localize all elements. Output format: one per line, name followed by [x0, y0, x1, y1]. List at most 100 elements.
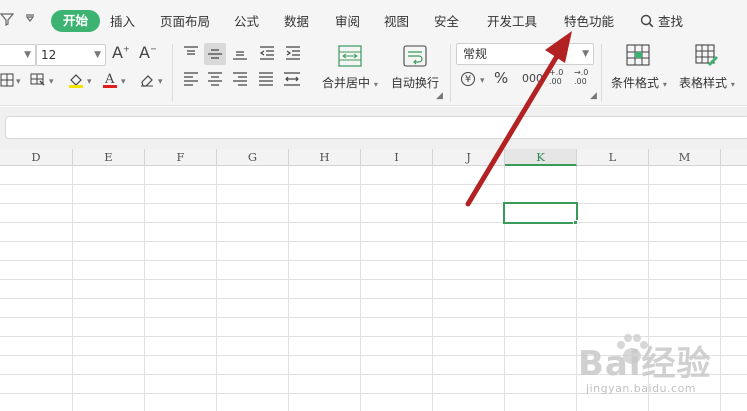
column-header-g[interactable]: G — [217, 149, 289, 166]
percent-format-button[interactable]: % — [494, 71, 508, 86]
formula-input[interactable] — [5, 116, 747, 139]
chevron-down-icon[interactable]: ▾ — [158, 78, 163, 87]
tab-data[interactable]: 数据 — [284, 11, 309, 30]
conditional-format-label: 条件格式 — [611, 76, 660, 90]
column-header-k[interactable]: K — [505, 149, 577, 166]
wrap-text-button[interactable]: 自动换行 — [391, 74, 439, 91]
merge-center-button[interactable]: 合并居中 ▾ — [322, 74, 378, 91]
align-right-icon[interactable] — [232, 72, 248, 89]
number-format-select[interactable]: 常规 ▼ — [456, 43, 594, 65]
chevron-down-icon: ▾ — [662, 80, 667, 89]
grid-line — [0, 317, 747, 318]
grid-line — [0, 260, 747, 261]
decrease-decimal-button[interactable]: →.0 .00 — [574, 68, 592, 86]
chevron-down-icon: ▼ — [24, 50, 31, 60]
thousands-separator-button[interactable]: 000 — [522, 73, 543, 84]
chevron-down-icon[interactable]: ▾ — [16, 78, 21, 87]
svg-text:A: A — [104, 72, 115, 87]
conditional-format-icon[interactable] — [626, 44, 650, 69]
search-button[interactable]: 查找 — [640, 11, 683, 31]
chevron-down-icon[interactable]: ▾ — [121, 78, 126, 87]
increase-decimal-button[interactable]: +.0 .00 — [549, 68, 567, 86]
menu-bar: 开始 插入 页面布局 公式 数据 审阅 视图 安全 开发工具 特色功能 查找 — [0, 0, 747, 40]
font-color-icon[interactable]: A — [102, 71, 118, 92]
font-size-select[interactable]: 12 ▼ — [36, 44, 106, 66]
grid-line — [0, 279, 747, 280]
chevron-down-icon: ▾ — [730, 80, 735, 89]
tab-security[interactable]: 安全 — [434, 11, 459, 30]
divider — [450, 44, 451, 102]
clear-format-icon[interactable] — [139, 72, 155, 91]
column-header-l[interactable]: L — [577, 149, 649, 166]
font-name-select[interactable]: ▼ — [0, 44, 36, 66]
column-header-next[interactable] — [721, 149, 747, 166]
tab-home[interactable]: 开始 — [51, 10, 101, 32]
currency-format-button[interactable]: ¥ — [461, 72, 475, 86]
watermark-brand: Bai经验 — [578, 344, 712, 384]
divider — [601, 44, 602, 102]
grid-line — [0, 241, 747, 242]
chevron-down-icon[interactable]: ▾ — [480, 77, 485, 86]
chevron-down-icon[interactable]: ▾ — [87, 78, 92, 87]
fill-color-icon[interactable] — [67, 71, 85, 92]
grid-line — [0, 184, 747, 185]
align-middle-icon[interactable] — [207, 47, 223, 64]
column-header-m[interactable]: M — [649, 149, 721, 166]
column-header-i[interactable]: I — [361, 149, 433, 166]
align-center-icon[interactable] — [207, 72, 223, 89]
increase-font-size-icon[interactable]: A+ — [112, 45, 130, 61]
grid-line — [0, 203, 747, 204]
increase-indent-icon[interactable] — [285, 46, 301, 63]
column-header-f[interactable]: F — [145, 149, 217, 166]
align-top-icon[interactable] — [183, 46, 199, 63]
chevron-down-icon: ▼ — [582, 49, 589, 59]
tab-insert[interactable]: 插入 — [110, 11, 135, 30]
dialog-launcher-icon[interactable]: ◢ — [590, 92, 597, 101]
decrease-font-size-icon[interactable]: A− — [139, 45, 157, 61]
ribbon-toolbar: ▼ 12 ▼ A+ A− ▾ ▾ ▾ A ▾ ▾ 合并居中 ▾ 自动换行 ◢ 常… — [0, 40, 747, 106]
active-cell[interactable] — [503, 202, 578, 224]
table-style-button[interactable]: 表格样式 ▾ — [679, 74, 735, 91]
search-label: 查找 — [657, 14, 683, 29]
column-header-h[interactable]: H — [289, 149, 361, 166]
table-style-label: 表格样式 — [679, 76, 728, 90]
search-icon — [640, 14, 654, 31]
column-header-e[interactable]: E — [73, 149, 145, 166]
align-bottom-icon[interactable] — [232, 46, 248, 63]
quick-access-dropdown-icon[interactable] — [24, 12, 36, 28]
decrease-indent-icon[interactable] — [259, 46, 275, 63]
table-style-icon[interactable] — [695, 44, 719, 69]
grid-line — [0, 222, 747, 223]
grid-line — [0, 298, 747, 299]
tab-page-layout[interactable]: 页面布局 — [160, 11, 210, 30]
font-size-value: 12 — [41, 48, 57, 62]
dialog-launcher-icon[interactable]: ◢ — [436, 92, 443, 101]
fill-handle[interactable] — [573, 220, 578, 225]
align-left-icon[interactable] — [183, 72, 199, 89]
tab-special-features[interactable]: 特色功能 — [564, 11, 614, 30]
distributed-align-icon[interactable] — [283, 72, 301, 89]
watermark-url: jingyan.baidu.com — [586, 382, 697, 395]
wrap-text-icon[interactable] — [403, 45, 427, 70]
tab-view[interactable]: 视图 — [384, 11, 409, 30]
chevron-down-icon: ▾ — [373, 80, 378, 89]
borders-icon[interactable] — [0, 73, 14, 90]
divider — [172, 44, 173, 102]
column-header-d[interactable]: D — [0, 149, 73, 166]
tab-developer-tools[interactable]: 开发工具 — [487, 11, 537, 30]
conditional-format-button[interactable]: 条件格式 ▾ — [611, 74, 667, 91]
currency-icon: ¥ — [461, 72, 475, 86]
number-format-value: 常规 — [463, 47, 488, 61]
cell-style-icon[interactable] — [30, 73, 46, 90]
baidu-jingyan-watermark: Bai经验 jingyan.baidu.com — [572, 330, 747, 411]
tab-formulas[interactable]: 公式 — [234, 11, 259, 30]
formula-bar-area — [0, 107, 747, 149]
column-headers: D E F G H I J K L M — [0, 149, 747, 166]
chevron-down-icon[interactable]: ▾ — [49, 78, 54, 87]
tab-review[interactable]: 审阅 — [335, 11, 360, 30]
merge-center-icon[interactable] — [338, 45, 362, 70]
filter-icon[interactable] — [0, 12, 15, 30]
column-header-j[interactable]: J — [433, 149, 505, 166]
justify-icon[interactable] — [258, 72, 274, 89]
chevron-down-icon: ▼ — [94, 50, 101, 60]
